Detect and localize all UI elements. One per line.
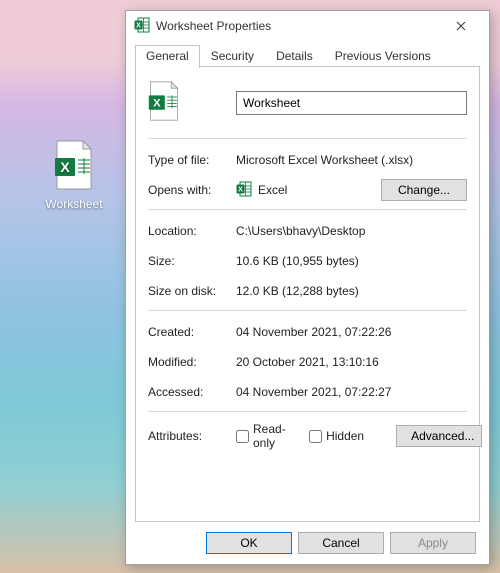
dialog-footer: OK Cancel Apply — [135, 522, 480, 556]
tab-general[interactable]: General — [135, 45, 200, 68]
divider — [148, 138, 467, 139]
checkbox-read-only-label: Read-only — [253, 422, 293, 450]
checkbox-hidden-input[interactable] — [309, 430, 322, 443]
desktop-file-icon[interactable]: Worksheet — [44, 140, 104, 211]
label-modified: Modified: — [148, 355, 236, 369]
opens-with-app-icon — [236, 181, 252, 200]
titlebar[interactable]: Worksheet Properties — [126, 11, 489, 41]
excel-file-icon — [54, 140, 94, 193]
checkbox-hidden[interactable]: Hidden — [309, 429, 364, 443]
change-button[interactable]: Change... — [381, 179, 467, 201]
value-accessed: 04 November 2021, 07:22:27 — [236, 385, 467, 399]
checkbox-read-only[interactable]: Read-only — [236, 422, 293, 450]
value-opens-with: Excel — [258, 183, 287, 197]
filename-input[interactable] — [236, 91, 467, 115]
divider — [148, 411, 467, 412]
label-created: Created: — [148, 325, 236, 339]
value-size: 10.6 KB (10,955 bytes) — [236, 254, 467, 268]
dialog-title: Worksheet Properties — [156, 19, 441, 33]
properties-dialog: Worksheet Properties General Security De… — [125, 10, 490, 565]
checkbox-hidden-label: Hidden — [326, 429, 364, 443]
close-icon — [456, 21, 466, 31]
label-size-on-disk: Size on disk: — [148, 284, 236, 298]
divider — [148, 209, 467, 210]
label-opens-with: Opens with: — [148, 183, 236, 197]
checkbox-read-only-input[interactable] — [236, 430, 249, 443]
value-created: 04 November 2021, 07:22:26 — [236, 325, 467, 339]
file-type-icon — [148, 81, 180, 124]
label-accessed: Accessed: — [148, 385, 236, 399]
close-button[interactable] — [441, 14, 481, 38]
value-location: C:\Users\bhavy\Desktop — [236, 224, 467, 238]
advanced-button[interactable]: Advanced... — [396, 425, 482, 447]
apply-button[interactable]: Apply — [390, 532, 476, 554]
label-type-of-file: Type of file: — [148, 153, 236, 167]
value-size-on-disk: 12.0 KB (12,288 bytes) — [236, 284, 467, 298]
value-type-of-file: Microsoft Excel Worksheet (.xlsx) — [236, 153, 467, 167]
label-attributes: Attributes: — [148, 429, 236, 443]
tab-details[interactable]: Details — [265, 45, 324, 67]
tab-bar: General Security Details Previous Versio… — [135, 45, 480, 67]
value-modified: 20 October 2021, 13:10:16 — [236, 355, 467, 369]
ok-button[interactable]: OK — [206, 532, 292, 554]
tab-panel-general: Type of file: Microsoft Excel Worksheet … — [135, 67, 480, 522]
label-size: Size: — [148, 254, 236, 268]
tab-security[interactable]: Security — [200, 45, 265, 67]
titlebar-app-icon — [134, 17, 150, 36]
label-location: Location: — [148, 224, 236, 238]
desktop-file-label: Worksheet — [45, 197, 102, 211]
divider — [148, 310, 467, 311]
tab-previous-versions[interactable]: Previous Versions — [324, 45, 442, 67]
cancel-button[interactable]: Cancel — [298, 532, 384, 554]
